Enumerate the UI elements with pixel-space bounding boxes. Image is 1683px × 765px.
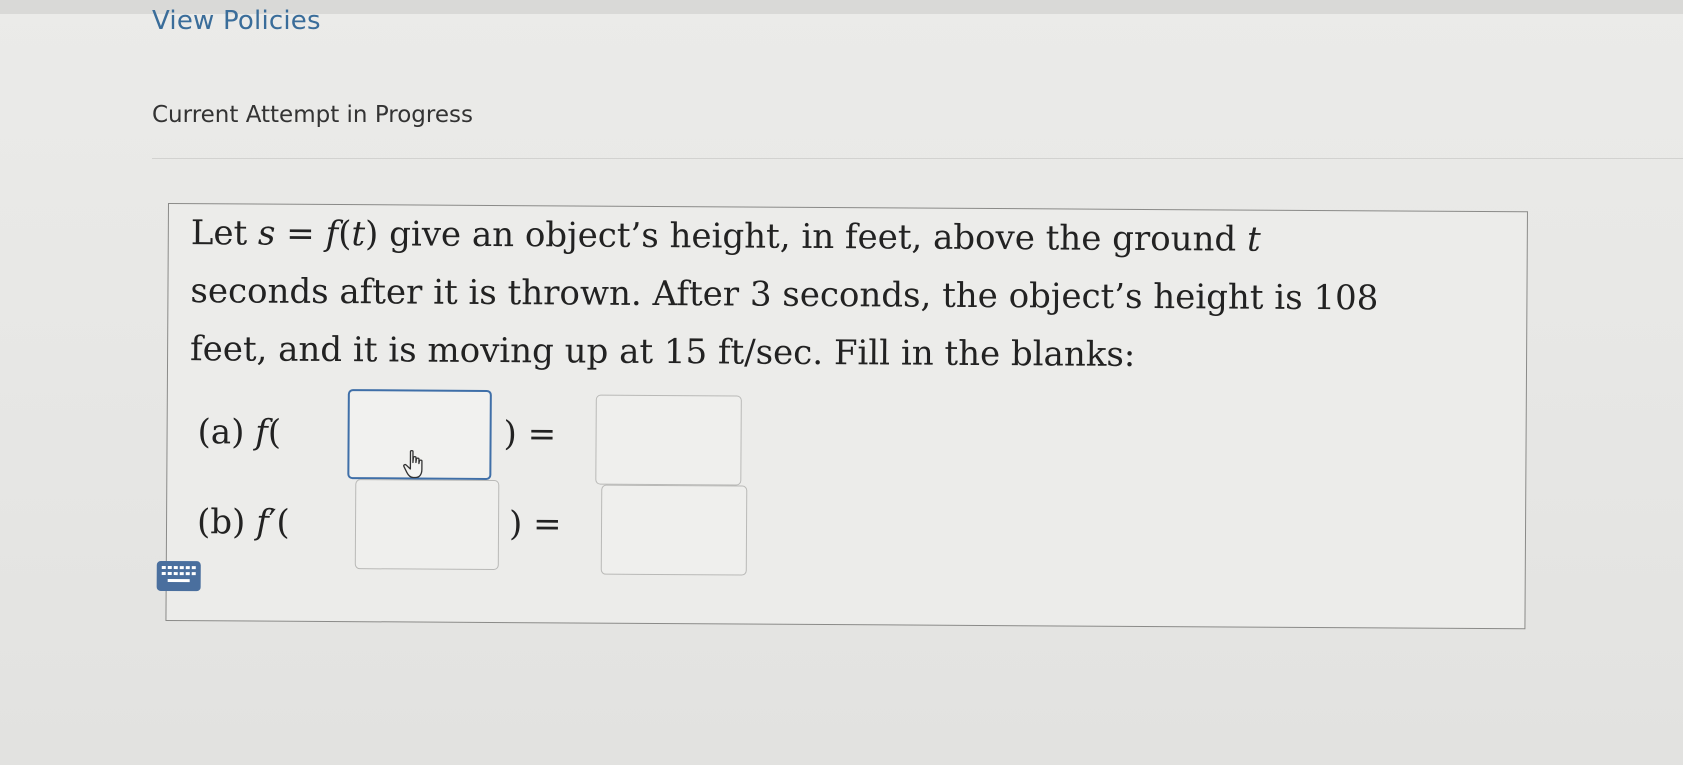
view-policies-link[interactable]: View Policies [152,6,321,36]
hand-pointer-icon [403,449,423,479]
part-b-row: (b) f′( ) = [197,478,748,576]
keyboard-icon[interactable] [156,560,201,592]
part-b-label: (b) f′( [196,502,290,543]
question-line-3: feet, and it is moving up at 15 ft/sec. … [189,329,1136,375]
part-a-label: (a) f( [197,412,282,453]
question-line-2: seconds after it is thrown. After 3 seco… [190,271,1379,319]
part-a-row: (a) f( ) = [197,388,742,486]
question-box: Let s = f(t) give an object’s height, in… [156,203,1528,630]
divider [152,158,1683,159]
part-b-arg-input[interactable] [354,479,500,571]
part-b-equals: ) = [508,504,562,545]
part-a-equals: ) = [503,414,557,455]
question-line-1: Let s = f(t) give an object’s height, in… [190,213,1261,260]
keyboard-glyph [161,565,196,583]
attempt-heading: Current Attempt in Progress [152,102,473,128]
part-a-result-input[interactable] [595,394,742,486]
question-text: Let s = f(t) give an object’s height, in… [190,204,1491,386]
part-b-result-input[interactable] [600,484,748,576]
